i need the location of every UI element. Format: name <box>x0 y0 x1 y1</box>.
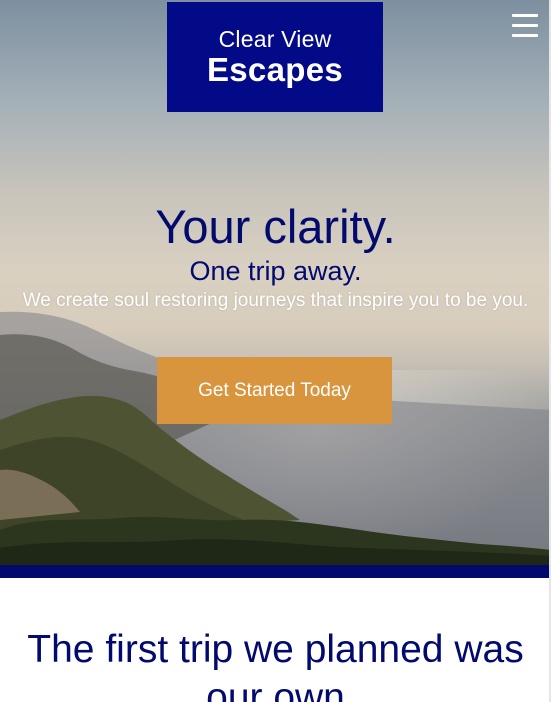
menu-bar-bottom <box>512 34 538 37</box>
hamburger-menu-icon[interactable] <box>512 14 538 38</box>
hero-section: Clear View Escapes Your clarity. One tri… <box>0 0 551 565</box>
brand-logo[interactable]: Clear View Escapes <box>167 2 383 112</box>
hero-description: We create soul restoring journeys that i… <box>22 290 529 311</box>
menu-bar-top <box>512 14 538 17</box>
menu-bar-middle <box>512 24 538 27</box>
intro-title: The first trip we planned was our own <box>20 626 531 702</box>
get-started-button[interactable]: Get Started Today <box>157 357 392 424</box>
accent-divider <box>0 565 551 578</box>
brand-name-line2: Escapes <box>206 51 344 88</box>
hero-subheadline: One trip away. <box>189 256 362 286</box>
intro-title-light: The first trip we planned <box>27 628 455 671</box>
hero-headline: Your clarity. <box>155 200 396 253</box>
intro-section: The first trip we planned was our own <box>0 578 551 702</box>
brand-name-line1: Clear View <box>218 26 332 52</box>
